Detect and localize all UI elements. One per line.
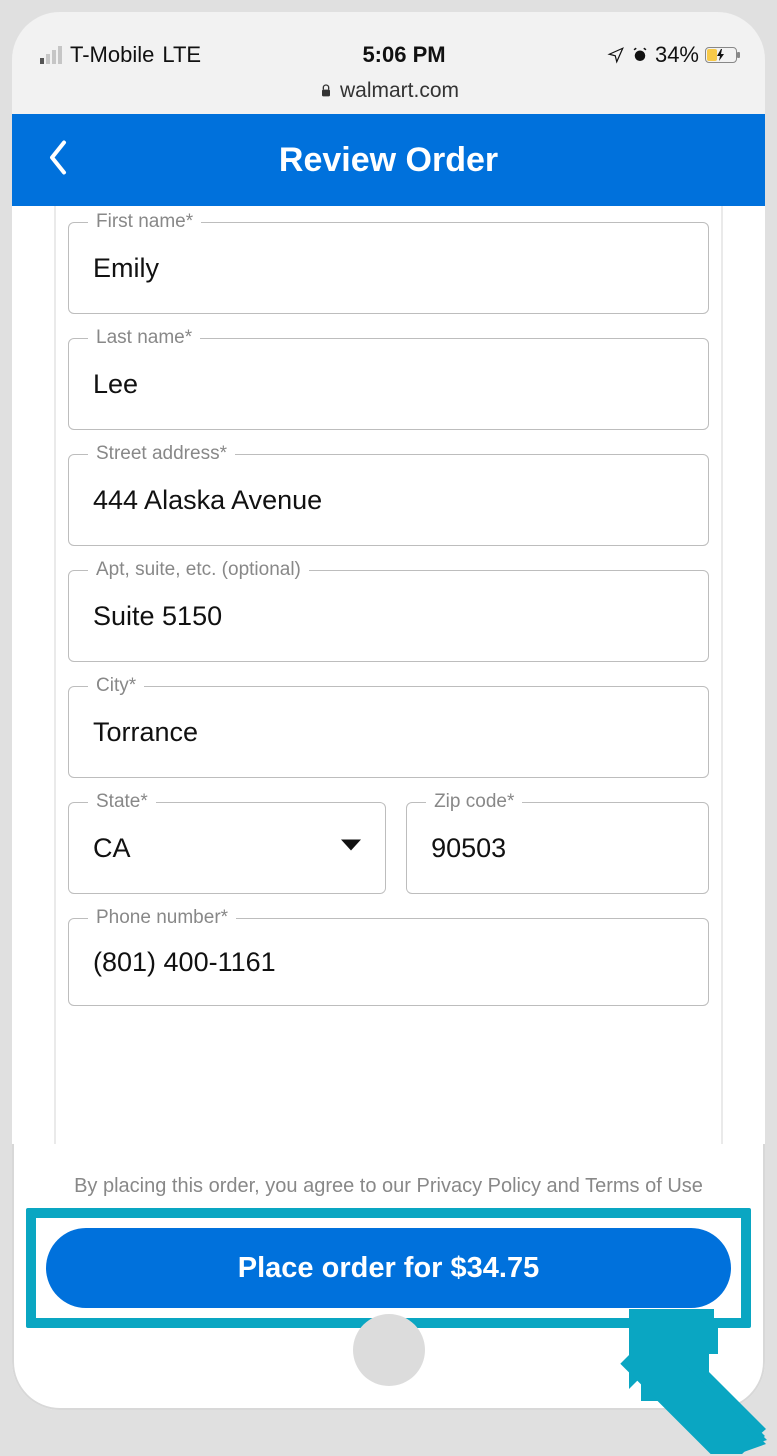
terms-text: By placing this order, you agree to our … xyxy=(26,1169,751,1208)
status-time: 5:06 PM xyxy=(362,42,445,68)
carrier-label: T-Mobile xyxy=(70,42,154,68)
location-arrow-icon xyxy=(607,46,625,64)
first-name-input[interactable] xyxy=(68,222,709,314)
url-text: walmart.com xyxy=(340,79,459,103)
city-label: City* xyxy=(88,675,144,697)
network-label: LTE xyxy=(162,42,201,68)
zip-label: Zip code* xyxy=(426,791,522,813)
status-left: T-Mobile LTE xyxy=(40,42,201,68)
footer-area: By placing this order, you agree to our … xyxy=(12,1169,765,1328)
last-name-input[interactable] xyxy=(68,338,709,430)
page-title: Review Order xyxy=(279,141,498,180)
apt-label: Apt, suite, etc. (optional) xyxy=(88,559,309,581)
form-content: First name* Last name* Street address* A… xyxy=(12,206,765,1144)
phone-label: Phone number* xyxy=(88,907,236,929)
city-field: City* xyxy=(68,686,709,778)
back-button[interactable] xyxy=(46,139,70,182)
status-right: 34% xyxy=(607,42,737,68)
state-select[interactable] xyxy=(68,802,386,894)
apt-field: Apt, suite, etc. (optional) xyxy=(68,570,709,662)
street-address-input[interactable] xyxy=(68,454,709,546)
phone-field: Phone number* xyxy=(68,918,709,1006)
battery-icon xyxy=(705,47,737,63)
alarm-icon xyxy=(631,46,649,64)
street-address-label: Street address* xyxy=(88,443,235,465)
apt-input[interactable] xyxy=(68,570,709,662)
first-name-field: First name* xyxy=(68,222,709,314)
cta-highlight-box: Place order for $34.75 xyxy=(26,1208,751,1328)
lock-icon xyxy=(318,83,334,99)
state-label: State* xyxy=(88,791,156,813)
phone-frame: T-Mobile LTE 5:06 PM 34% walmart.com Rev… xyxy=(12,12,765,1410)
state-field: State* xyxy=(68,802,386,894)
street-address-field: Street address* xyxy=(68,454,709,546)
zip-input[interactable] xyxy=(406,802,709,894)
city-input[interactable] xyxy=(68,686,709,778)
place-order-button[interactable]: Place order for $34.75 xyxy=(46,1228,731,1308)
status-bar: T-Mobile LTE 5:06 PM 34% xyxy=(12,12,765,74)
browser-url-bar[interactable]: walmart.com xyxy=(12,74,765,114)
last-name-field: Last name* xyxy=(68,338,709,430)
battery-percent: 34% xyxy=(655,42,699,68)
chevron-left-icon xyxy=(46,139,70,177)
charging-bolt-icon xyxy=(716,49,726,61)
zip-field: Zip code* xyxy=(406,802,709,894)
home-button[interactable] xyxy=(353,1314,425,1386)
last-name-label: Last name* xyxy=(88,327,200,349)
page-header: Review Order xyxy=(12,114,765,206)
phone-input[interactable] xyxy=(68,918,709,1006)
first-name-label: First name* xyxy=(88,211,201,233)
signal-bars-icon xyxy=(40,46,62,64)
